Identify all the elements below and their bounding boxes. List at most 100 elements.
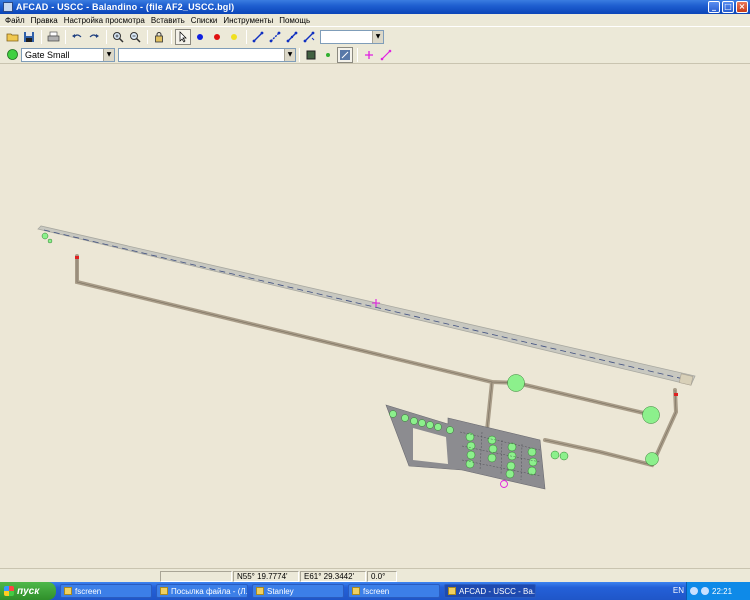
select-arrow-icon <box>179 30 187 43</box>
menu-bar: Файл Правка Настройка просмотра Вставить… <box>0 14 750 26</box>
zoom-out-icon <box>130 31 141 43</box>
snap-tool-button[interactable] <box>337 46 353 63</box>
airport-map-canvas[interactable] <box>0 65 750 568</box>
pink-line-icon <box>380 49 392 60</box>
status-latitude: N55° 19.7774' <box>233 571 299 582</box>
title-bar[interactable]: AFCAD - USCC - Balandino - (file AF2_USC… <box>0 0 750 14</box>
taskbar-item[interactable]: Stanley <box>252 584 344 598</box>
taxiway-network[interactable] <box>75 254 679 468</box>
menu-tools[interactable]: Инструменты <box>220 16 276 25</box>
add-line-button[interactable] <box>378 47 394 63</box>
parking-spot-button[interactable] <box>4 47 20 63</box>
chevron-down-icon[interactable]: ▼ <box>284 48 295 61</box>
taskbar-item-active[interactable]: AFCAD - USCC - Ba... <box>444 584 536 598</box>
airport-layout[interactable] <box>0 65 750 568</box>
open-button[interactable] <box>4 29 20 45</box>
runway-end-node[interactable] <box>41 232 49 240</box>
print-button[interactable] <box>45 29 61 45</box>
status-longitude: E61° 29.3442' <box>300 571 366 582</box>
folder-icon <box>256 587 264 595</box>
hold-short-marker[interactable] <box>75 256 79 259</box>
parking-type-select[interactable]: Gate Small ▼ <box>21 47 115 62</box>
save-button[interactable] <box>21 29 37 45</box>
link-line-icon <box>252 31 264 42</box>
network-icon[interactable] <box>690 587 698 595</box>
lock-button[interactable] <box>151 29 167 45</box>
app-icon <box>352 587 360 595</box>
green-circle-icon <box>6 49 18 60</box>
redo-icon <box>89 33 99 38</box>
chevron-down-icon[interactable]: ▼ <box>372 30 383 43</box>
hold-short-marker[interactable] <box>674 393 678 396</box>
pink-cross-icon <box>365 50 373 59</box>
afcad-window: AFCAD - USCC - Balandino - (file AF2_USC… <box>0 0 750 600</box>
menu-view-settings[interactable]: Настройка просмотра <box>61 16 148 25</box>
link-line-2-icon <box>269 31 281 42</box>
folder-icon <box>64 587 72 595</box>
menu-edit[interactable]: Правка <box>28 16 61 25</box>
yellow-point-icon <box>231 33 237 40</box>
taskbar-item-label: fscreen <box>363 586 390 596</box>
add-blue-point-button[interactable] <box>192 29 208 45</box>
taskbar-item[interactable]: fscreen <box>60 584 152 598</box>
red-point-icon <box>214 33 220 40</box>
start-button[interactable]: пуск <box>0 582 56 600</box>
print-icon <box>47 31 59 41</box>
lock-icon <box>155 31 163 42</box>
link-tool-button-2[interactable] <box>267 29 283 45</box>
link-tool-button-1[interactable] <box>250 29 266 45</box>
zoom-in-icon <box>113 31 124 43</box>
zoom-out-button[interactable] <box>127 29 143 45</box>
app-icon <box>3 2 13 12</box>
toolbar-separator <box>357 47 358 62</box>
toolbar-separator <box>147 29 148 44</box>
minimize-button[interactable]: _ <box>708 1 720 13</box>
small-dot-tool-button[interactable] <box>320 47 336 63</box>
start-label: пуск <box>17 585 40 597</box>
frame-tool-button[interactable] <box>303 47 319 63</box>
taxiway-centerlines <box>76 256 677 466</box>
taskbar-item[interactable]: Посылка файла - (Л... <box>156 584 248 598</box>
link-tool-button-3[interactable] <box>284 29 300 45</box>
frame-icon <box>306 50 316 59</box>
blue-point-icon <box>197 33 203 40</box>
taskbar-item-label: Stanley <box>267 586 294 596</box>
link-type-combo[interactable]: ▼ <box>320 29 384 44</box>
close-button[interactable]: × <box>736 1 748 13</box>
menu-insert[interactable]: Вставить <box>148 16 188 25</box>
status-heading: 0.0° <box>367 571 397 582</box>
message-icon <box>160 587 168 595</box>
add-red-point-button[interactable] <box>209 29 225 45</box>
toolbar-separator <box>299 47 300 62</box>
toolbar-separator <box>246 29 247 44</box>
afcad-icon <box>448 587 456 595</box>
parking-toolbar: Gate Small ▼ ▼ <box>0 46 750 64</box>
add-marker-button[interactable] <box>361 47 377 63</box>
start-position-marker[interactable] <box>500 480 508 488</box>
add-yellow-point-button[interactable] <box>226 29 242 45</box>
undo-button[interactable] <box>69 29 85 45</box>
zoom-in-button[interactable] <box>110 29 126 45</box>
snap-icon <box>340 49 350 60</box>
volume-icon[interactable] <box>701 587 709 595</box>
airline-codes-combo[interactable]: ▼ <box>118 47 296 62</box>
menu-lists[interactable]: Списки <box>188 16 221 25</box>
runway-end-node[interactable] <box>47 238 53 244</box>
open-icon <box>6 33 18 42</box>
redo-button[interactable] <box>86 29 102 45</box>
taskbar-item[interactable]: fscreen <box>348 584 440 598</box>
taskbar-item-label: Посылка файла - (Л... <box>171 586 248 596</box>
clock[interactable]: 22:21 <box>712 587 732 596</box>
menu-help[interactable]: Помощь <box>276 16 313 25</box>
chevron-down-icon[interactable]: ▼ <box>103 48 114 61</box>
menu-file[interactable]: Файл <box>2 16 28 25</box>
maximize-button[interactable]: □ <box>722 1 734 13</box>
toolbar-separator <box>65 29 66 44</box>
toolbar-separator <box>171 29 172 44</box>
language-indicator[interactable]: EN <box>673 586 684 595</box>
system-tray: 22:21 <box>686 582 750 600</box>
status-bar: N55° 19.7774' E61° 29.3442' 0.0° <box>0 568 750 582</box>
link-tool-button-4[interactable] <box>301 29 317 45</box>
select-tool-button[interactable] <box>175 28 191 45</box>
windows-logo-icon <box>4 586 14 596</box>
